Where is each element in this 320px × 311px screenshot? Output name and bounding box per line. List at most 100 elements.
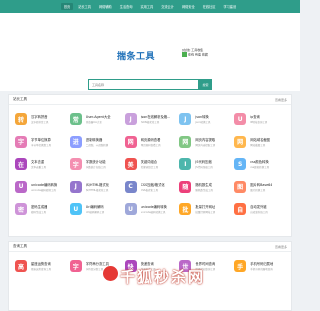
tool-card[interactable]: 批批量打开网址 批量打开网址工具 — [177, 198, 232, 221]
tool-icon: 在 — [15, 158, 27, 171]
tool-card-text: 汉字转拼音 汉字转拼音工具 — [31, 114, 49, 124]
tool-icon: 自 — [234, 203, 247, 216]
tool-title: 字数统计功能 — [85, 160, 106, 165]
tool-card-text: 文本去重 文本去重工具 — [31, 159, 46, 169]
nav-item[interactable]: 网络辅助 — [96, 3, 115, 10]
tool-card[interactable]: 随随机数生成 随机数生成工具 — [177, 176, 232, 199]
tool-desc: 字数统计在线工具 — [85, 166, 106, 170]
tool-card-text: 随机数生成 随机数生成工具 — [195, 182, 213, 192]
tool-card[interactable]: 网网站域名截图 网站截图工具 — [232, 131, 287, 154]
nav-item[interactable]: 在线社区 — [200, 3, 219, 10]
tool-title: 字符串分割工具 — [85, 262, 109, 267]
tool-desc: unicode编码转换工具 — [31, 188, 56, 192]
tool-card[interactable]: Jjson转换 json转换工具 — [177, 108, 232, 131]
nav-item[interactable]: 站长工具 — [75, 3, 94, 10]
tool-desc: IP地址查询工具 — [250, 121, 268, 125]
tool-card[interactable]: 进进制转换器 二进制、十进制转换 — [68, 131, 123, 154]
tool-desc: JSON格式化工具 — [140, 121, 160, 125]
tool-icon: S — [234, 158, 247, 171]
tool-card-text: 网站域名截图 网站截图工具 — [250, 137, 270, 147]
tool-card-text: json转换 json转换工具 — [195, 114, 210, 124]
tool-desc: CSS格式化工具 — [140, 188, 159, 192]
tool-desc: 密码生成工具 — [31, 211, 47, 215]
nav-item[interactable]: 生活查询 — [117, 3, 136, 10]
tool-desc: json转换工具 — [195, 121, 211, 125]
tool-line-2-text: 在线 有着 收藏 — [188, 52, 208, 57]
tool-title: 关键词组合 — [140, 160, 158, 165]
tool-desc: 网页源码查看工具 — [140, 143, 161, 147]
tool-card[interactable]: 自自动发外链 自动发外链工具 — [232, 198, 287, 221]
tool-card-text: 关键词组合 关键词组合工具 — [141, 159, 159, 169]
nav-item[interactable]: 实用工具 — [137, 3, 156, 10]
tool-card[interactable]: 转汉字转拼音 汉字转拼音工具 — [13, 108, 68, 131]
tool-card-text: 手机号码归属地 手机号码归属地查询 — [250, 261, 273, 271]
tool-card-text: 自动发外链 自动发外链工具 — [250, 204, 268, 214]
tool-card-text: 进制转换器 二进制、十进制转换 — [86, 137, 109, 147]
tool-title: 图片转Base64 — [250, 182, 273, 187]
tool-desc: 星座运势查询工具 — [31, 268, 52, 272]
tool-card[interactable]: Jjson在线解析及格... JSON格式化工具 — [123, 108, 178, 131]
tool-icon: 网 — [179, 135, 192, 148]
tool-card[interactable]: 常 User-Agent大全 浏览器UA大全 — [68, 108, 123, 131]
panel-title: 站长工具 — [13, 97, 27, 101]
tool-desc: 文本去重工具 — [31, 166, 47, 170]
tool-card[interactable]: Uunicode编码转换 unicode编码转换工具 — [123, 198, 178, 221]
tool-title: 字节单位换算 — [31, 137, 51, 142]
more-link[interactable]: 查看更多 — [275, 98, 287, 102]
tool-card[interactable]: 网网页内容提取 网页内容提取工具 — [177, 131, 232, 154]
tool-card-text: 字节单位换算 字节单位换算工具 — [31, 137, 51, 147]
tool-title: json在线解析及格... — [140, 115, 171, 120]
tool-card[interactable]: 图图片转Base64 图片转换工具 — [232, 176, 287, 199]
tool-title: CSS压缩/格式化 — [140, 182, 165, 187]
tool-icon: 转 — [15, 113, 27, 126]
tool-desc: 图片转换工具 — [250, 188, 266, 192]
tool-desc: 手机号码归属地查询 — [250, 268, 273, 272]
site-logo[interactable]: 揣条工具 — [117, 49, 155, 62]
tool-desc: 关键词组合工具 — [140, 166, 159, 170]
panel-title: 查询工具 — [13, 244, 27, 248]
search-input[interactable] — [88, 79, 199, 90]
more-link[interactable]: 查看更多 — [275, 245, 287, 249]
tool-card[interactable]: 网网页源码查看 网页源码查看工具 — [123, 131, 178, 154]
tool-card[interactable]: 高星座运势查询 星座运势查询工具 — [13, 255, 68, 278]
tool-desc: 网站截图工具 — [250, 143, 266, 147]
tool-card-text: unicode编码转换 unicode编码转换工具 — [141, 204, 167, 214]
tool-desc: 浏览器UA大全 — [85, 121, 102, 125]
tool-title: 星座运势查询 — [31, 262, 51, 267]
tool-card[interactable]: U Url编码解码 Url编码解码工具 — [68, 198, 123, 221]
tool-card[interactable]: 在文本去重 文本去重工具 — [13, 153, 68, 176]
tool-card[interactable]: 字字节单位换算 字节单位换算工具 — [13, 131, 68, 154]
tool-icon: 批 — [179, 203, 192, 216]
nav-item[interactable]: 网络安全 — [179, 3, 198, 10]
tool-card-text: 密码生成器 密码生成工具 — [31, 204, 47, 214]
tool-card[interactable]: Uip查询 IP地址查询工具 — [232, 108, 287, 131]
nav-item[interactable]: 交流云计 — [158, 3, 177, 10]
tool-title: 手机号码归属地 — [250, 262, 274, 267]
tool-desc: 二进制、十进制转换 — [85, 143, 109, 147]
tool-icon: 字 — [15, 135, 27, 148]
tool-card[interactable]: I JS代码压缩 JS代码压缩工具 — [177, 153, 232, 176]
tool-card[interactable]: Uunicode编码转换 unicode编码转换工具 — [13, 176, 68, 199]
tool-card[interactable]: 手手机号码归属地 手机号码归属地查询 — [232, 255, 287, 278]
tool-desc: 字节单位换算工具 — [31, 143, 52, 147]
tool-card-text: JS代码压缩 JS代码压缩工具 — [195, 159, 212, 169]
search-button[interactable]: 搜索 — [199, 79, 212, 90]
tool-card[interactable]: 美关键词组合 关键词组合工具 — [123, 153, 178, 176]
tool-icon: 网 — [124, 135, 137, 148]
tool-title: 网页内容提取 — [195, 137, 216, 142]
tool-card-text: User-Agent大全 浏览器UA大全 — [86, 114, 111, 124]
tool-icon: U — [124, 203, 137, 216]
tool-card[interactable]: C CSS压缩/格式化 CSS格式化工具 — [123, 176, 178, 199]
tool-icon: U — [234, 113, 247, 126]
tool-icon: 手 — [234, 260, 247, 273]
tool-card[interactable]: J JS/HTML格式化 JS/HTML格式化工具 — [68, 176, 123, 199]
nav-item[interactable]: 学习建设 — [220, 3, 239, 10]
tool-card[interactable]: Scss颜色转换 css颜色转换工具 — [232, 153, 287, 176]
nav-item[interactable]: 首页 — [60, 3, 74, 10]
tool-grid: 转汉字转拼音 汉字转拼音工具常 User-Agent大全 浏览器UA大全 Jjson在线… — [9, 105, 291, 221]
tool-card[interactable]: 字字数统计功能 字数统计在线工具 — [68, 153, 123, 176]
tool-card-text: CSS压缩/格式化 CSS格式化工具 — [141, 182, 165, 192]
tool-title: 进制转换器 — [85, 137, 103, 142]
tool-box: [在线] 工具收集 在线 有着 收藏 — [182, 48, 208, 57]
tool-card[interactable]: 密密码生成器 密码生成工具 — [13, 198, 68, 221]
